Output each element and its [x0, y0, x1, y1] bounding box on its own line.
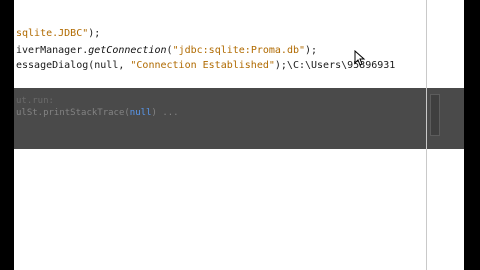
- mouse-pointer-icon: [354, 50, 366, 66]
- code-line-3[interactable]: essageDialog(null, "Connection Establish…: [16, 60, 395, 72]
- code-line-2-method: getConnection: [88, 45, 167, 56]
- code-line-2[interactable]: iverManager.getConnection("jdbc:sqlite:P…: [16, 45, 317, 57]
- code-line-1-post: );: [88, 28, 101, 39]
- output-line-1: ut.run:: [16, 96, 54, 106]
- code-line-1[interactable]: sqlite.JDBC");: [16, 28, 100, 40]
- output-scrollbar[interactable]: [430, 94, 440, 136]
- output-line-2-highlight: null: [129, 108, 152, 118]
- output-panel[interactable]: ut.run: ulSt.printStackTrace(null) ...: [14, 88, 464, 149]
- output-line-2: ulSt.printStackTrace(null) ...: [16, 108, 179, 119]
- right-black-bar: [464, 0, 480, 270]
- code-line-1-string: sqlite.JDBC": [16, 28, 89, 39]
- output-line-2-pre: ulSt.printStackTrace(: [16, 108, 130, 118]
- code-line-3-pre: essageDialog(null,: [16, 60, 131, 71]
- screen: sqlite.JDBC"); iverManager.getConnection…: [0, 0, 480, 270]
- editor-empty-area[interactable]: [14, 149, 464, 270]
- code-line-3-string: "Connection Established": [130, 60, 275, 71]
- output-line-2-post: ) ...: [151, 108, 179, 118]
- left-black-bar: [0, 0, 14, 270]
- editor-margin-line: [426, 0, 427, 270]
- code-line-2-pre: iverManager.: [16, 45, 89, 56]
- code-editor[interactable]: sqlite.JDBC"); iverManager.getConnection…: [14, 0, 464, 270]
- code-line-3-post: );\C:\Users\95896931: [274, 60, 396, 71]
- code-line-2-post: );: [305, 45, 318, 56]
- editor-code-area[interactable]: sqlite.JDBC"); iverManager.getConnection…: [14, 0, 464, 88]
- code-line-2-string: "jdbc:sqlite:Proma.db": [172, 45, 306, 56]
